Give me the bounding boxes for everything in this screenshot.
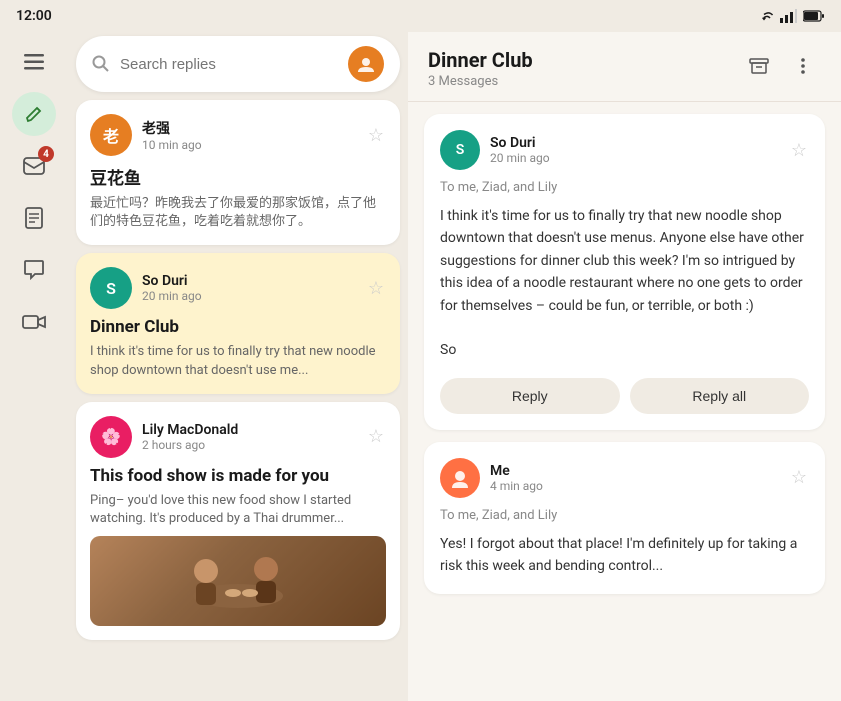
- sidebar-item-compose[interactable]: [12, 92, 56, 136]
- battery-icon: [803, 10, 825, 22]
- detail-title-group: Dinner Club 3 Messages: [428, 48, 533, 89]
- thread-recipients-1: To me, Ziad, and Lily: [440, 180, 809, 195]
- sidebar-item-chat[interactable]: [12, 248, 56, 292]
- sidebar-item-menu[interactable]: [12, 40, 56, 84]
- thread-sender-1: So Duri: [490, 135, 779, 151]
- sender-avatar-1: 老: [90, 114, 132, 156]
- more-options-button[interactable]: [785, 48, 821, 84]
- message-title-2: Dinner Club: [90, 317, 386, 337]
- sender-name-2: So Duri: [142, 273, 356, 289]
- message-time-3: 2 hours ago: [142, 438, 356, 452]
- message-card-2[interactable]: S So Duri 20 min ago ☆ Dinner Club I thi…: [76, 253, 400, 393]
- detail-subtitle: 3 Messages: [428, 74, 533, 89]
- search-icon: [92, 55, 110, 73]
- status-icons: [755, 9, 825, 23]
- sender-avatar-3: 🌸: [90, 416, 132, 458]
- thread-card-1: S So Duri 20 min ago ☆ To me, Ziad, and …: [424, 114, 825, 430]
- reply-all-button[interactable]: Reply all: [630, 378, 810, 414]
- signal-icon: [779, 9, 797, 23]
- message-time-1: 10 min ago: [142, 138, 356, 152]
- archive-button[interactable]: [741, 48, 777, 84]
- thread-time-1: 20 min ago: [490, 151, 779, 165]
- thread-body-2: Yes! I forgot about that place! I'm defi…: [440, 533, 809, 578]
- star-button-1[interactable]: ☆: [366, 123, 386, 148]
- card-meta-1: 老强 10 min ago: [142, 118, 356, 152]
- search-bar[interactable]: [76, 36, 400, 92]
- sidebar-item-notes[interactable]: [12, 196, 56, 240]
- thread-star-1[interactable]: ☆: [789, 138, 809, 163]
- thread-body-1: I think it's time for us to finally try …: [440, 205, 809, 362]
- thread-meta-2: Me 4 min ago: [490, 463, 779, 493]
- message-title-3: This food show is made for you: [90, 466, 386, 486]
- thread-meta-1: So Duri 20 min ago: [490, 135, 779, 165]
- detail-title: Dinner Club: [428, 48, 533, 72]
- card-meta-2: So Duri 20 min ago: [142, 273, 356, 303]
- inbox-badge: 4: [38, 146, 54, 162]
- thread-avatar-1: S: [440, 130, 480, 170]
- thread-time-2: 4 min ago: [490, 479, 779, 493]
- sender-name-1: 老强: [142, 118, 356, 138]
- thread-card-2: Me 4 min ago ☆ To me, Ziad, and Lily Yes…: [424, 442, 825, 594]
- status-bar: 12:00: [0, 0, 841, 32]
- status-time: 12:00: [16, 8, 52, 24]
- message-preview-1: 最近忙吗？昨晚我去了你最爱的那家饭馆，点了他们的特色豆花鱼，吃着吃着就想你了。: [90, 195, 386, 231]
- detail-body: S So Duri 20 min ago ☆ To me, Ziad, and …: [408, 102, 841, 701]
- detail-header-actions: [741, 48, 821, 84]
- card-meta-3: Lily MacDonald 2 hours ago: [142, 422, 356, 452]
- detail-header: Dinner Club 3 Messages: [408, 32, 841, 102]
- sidebar-item-inbox[interactable]: 4: [12, 144, 56, 188]
- sidebar-item-video[interactable]: [12, 300, 56, 344]
- message-title-1: 豆花鱼: [90, 164, 386, 189]
- sender-name-3: Lily MacDonald: [142, 422, 356, 438]
- message-preview-3: Ping– you'd love this new food show I st…: [90, 492, 386, 528]
- list-panel: 老 老强 10 min ago ☆ 豆花鱼 最近忙吗？昨晚我去了你最爱的那家饭馆…: [68, 32, 408, 701]
- thread-actions-1: Reply Reply all: [440, 378, 809, 414]
- message-image-3: [90, 536, 386, 626]
- message-card-1[interactable]: 老 老强 10 min ago ☆ 豆花鱼 最近忙吗？昨晚我去了你最爱的那家饭馆…: [76, 100, 400, 245]
- thread-recipients-2: To me, Ziad, and Lily: [440, 508, 809, 523]
- sidebar: 4: [0, 32, 68, 701]
- user-avatar: [348, 46, 384, 82]
- star-button-2[interactable]: ☆: [366, 276, 386, 301]
- thread-avatar-2: [440, 458, 480, 498]
- message-card-3[interactable]: 🌸 Lily MacDonald 2 hours ago ☆ This food…: [76, 402, 400, 640]
- sender-avatar-2: S: [90, 267, 132, 309]
- message-time-2: 20 min ago: [142, 289, 356, 303]
- wifi-icon: [755, 9, 773, 23]
- star-button-3[interactable]: ☆: [366, 424, 386, 449]
- detail-panel: Dinner Club 3 Messages: [408, 32, 841, 701]
- reply-button[interactable]: Reply: [440, 378, 620, 414]
- thread-star-2[interactable]: ☆: [789, 465, 809, 490]
- thread-sender-2: Me: [490, 463, 779, 479]
- search-input[interactable]: [120, 56, 338, 73]
- message-preview-2: I think it's time for us to finally try …: [90, 343, 386, 379]
